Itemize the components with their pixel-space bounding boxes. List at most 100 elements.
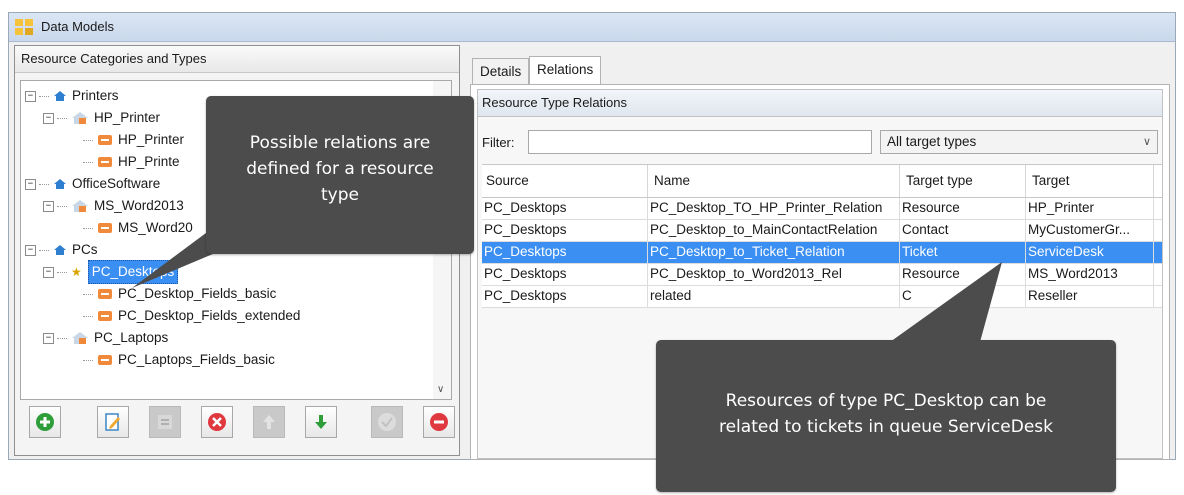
cell-target: MS_Word2013 [1026,264,1154,285]
filter-input[interactable] [528,130,872,154]
cell-target-type: Resource [900,198,1026,219]
remove-icon [430,413,448,431]
star-icon: ★ [71,265,82,279]
resource-type-icon [71,199,89,213]
cell-source: PC_Desktops [482,264,648,285]
column-header-target[interactable]: Target [1026,165,1154,197]
move-up-button[interactable] [253,406,285,438]
tree-node-hp-printer-fields-2[interactable]: HP_Printe [83,151,180,173]
category-icon [53,178,67,190]
column-header-target-type[interactable]: Target type [900,165,1026,197]
move-down-icon [315,415,327,429]
collapse-icon[interactable]: − [25,90,36,102]
resource-type-icon [71,111,89,125]
tree-node-pc-laptops-fields-basic[interactable]: PC_Laptops_Fields_basic [83,349,275,371]
category-icon [53,90,67,102]
tree-label: HP_Printe [118,154,180,169]
column-header-name[interactable]: Name [648,165,900,197]
tree-node-officesoftware[interactable]: − OfficeSoftware [25,173,160,195]
add-button[interactable] [29,406,61,438]
collapse-icon[interactable]: − [25,178,36,190]
title-bar: Data Models [9,13,1175,42]
callout-pointer-2 [890,262,1002,342]
cell-name: PC_Desktop_to_Ticket_Relation [648,242,900,263]
field-set-icon [97,354,113,366]
cell-target-type: Ticket [900,242,1026,263]
table-row-selected[interactable]: PC_Desktops PC_Desktop_to_Ticket_Relatio… [482,242,1162,264]
chevron-down-icon[interactable]: ∨ [1143,131,1151,153]
table-row[interactable]: PC_Desktops related C Reseller [482,286,1162,308]
tree-label: OfficeSoftware [72,176,161,191]
table-header: Source Name Target type Target [482,165,1162,198]
target-type-select[interactable]: All target types ∨ [880,130,1158,154]
relations-table: Source Name Target type Target PC_Deskto… [482,164,1162,308]
scroll-down-icon[interactable]: ∨ [437,384,444,395]
cell-target: ServiceDesk [1026,242,1154,263]
callout-line: type [321,185,359,205]
tree-label: HP_Printer [94,110,161,125]
callout-line: Resources of type PC_Desktop can be [725,391,1047,411]
cell-source: PC_Desktops [482,220,648,241]
tree-label: HP_Printer [118,132,185,147]
collapse-icon[interactable]: − [43,112,54,124]
column-header-source[interactable]: Source [482,165,648,197]
tab-relations[interactable]: Relations [529,56,602,86]
cell-target: Reseller [1026,286,1154,307]
table-row[interactable]: PC_Desktops PC_Desktop_TO_HP_Printer_Rel… [482,198,1162,220]
table-row[interactable]: PC_Desktops PC_Desktop_to_MainContactRel… [482,220,1162,242]
filter-label: Filter: [482,135,515,150]
cell-source: PC_Desktops [482,286,648,307]
tree-node-ms-word2013[interactable]: − MS_Word2013 [43,195,184,217]
add-icon [36,413,54,431]
field-set-icon [97,156,113,168]
group-title: Resource Type Relations [478,90,1162,117]
tree-node-pcs[interactable]: − PCs [25,239,98,261]
move-down-button[interactable] [305,406,337,438]
tree-label: PC_Laptops_Fields_basic [118,352,275,367]
target-type-value: All target types [887,134,977,149]
edit-icon [105,413,120,431]
app-icon [15,19,33,35]
panel-title: Resource Categories and Types [15,46,459,73]
edit-button[interactable] [97,406,129,438]
category-icon [53,244,67,256]
collapse-icon[interactable]: − [43,200,54,212]
collapse-icon[interactable]: − [43,332,54,344]
collapse-icon[interactable]: − [43,266,54,278]
edit-disabled-button[interactable] [149,406,181,438]
remove-button[interactable] [423,406,455,438]
tree-node-hp-printer-fields[interactable]: HP_Printer [83,129,184,151]
callout-line: defined for a resource [246,159,434,179]
field-set-icon [97,310,113,322]
callout-line: Possible relations are [249,133,431,153]
edit-disabled-icon [158,415,172,429]
delete-button[interactable] [201,406,233,438]
collapse-icon[interactable]: − [25,244,36,256]
field-set-icon [97,222,113,234]
move-up-icon [263,415,275,429]
resource-type-icon [71,331,89,345]
tree-node-hp-printer[interactable]: − HP_Printer [43,107,160,129]
window-title: Data Models [41,19,114,34]
tree-label: MS_Word2013 [94,198,184,213]
tree-node-pc-laptops[interactable]: − PC_Laptops [43,327,168,349]
field-set-icon [97,134,113,146]
field-set-icon [97,288,113,300]
confirm-button[interactable] [371,406,403,438]
table-row[interactable]: PC_Desktops PC_Desktop_to_Word2013_Rel R… [482,264,1162,286]
callout-line: related to tickets in queue ServiceDesk [718,417,1053,437]
tree-label: PC_Desktop_Fields_extended [118,308,301,323]
cell-target-type: Contact [900,220,1026,241]
cell-source: PC_Desktops [482,242,648,263]
cell-name: related [648,286,900,307]
cell-name: PC_Desktop_to_MainContactRelation [648,220,900,241]
tree-label: Printers [72,88,119,103]
tab-details[interactable]: Details [472,58,530,85]
tree-label: PC_Laptops [94,330,169,345]
cell-target: MyCustomerGr... [1026,220,1154,241]
cell-name: PC_Desktop_to_Word2013_Rel [648,264,900,285]
tree-node-printers[interactable]: − Printers [25,85,119,107]
tree-toolbar [19,402,455,446]
delete-icon [208,413,226,431]
tree-node-pc-desktop-fields-extended[interactable]: PC_Desktop_Fields_extended [83,305,300,327]
